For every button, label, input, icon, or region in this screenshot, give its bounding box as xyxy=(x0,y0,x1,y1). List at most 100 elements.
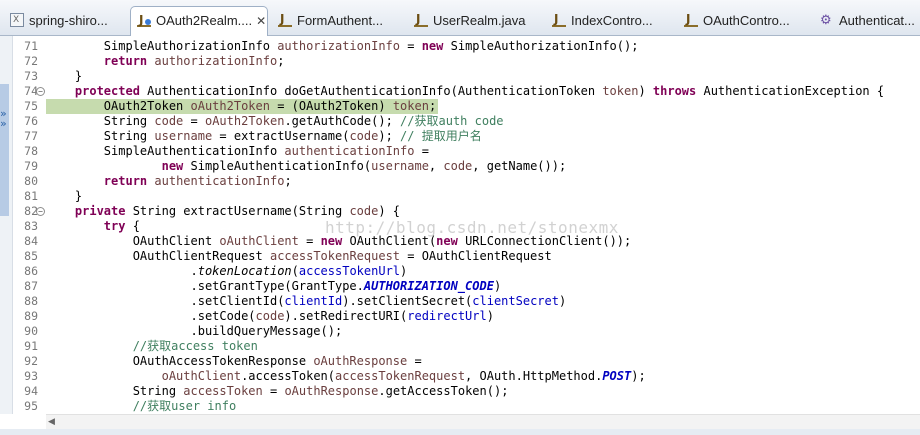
line-number: 95 xyxy=(24,399,38,413)
code-token: ; xyxy=(277,54,285,68)
close-tab-icon[interactable]: ✕ xyxy=(256,7,266,35)
code-token: .buildQueryMessage(); xyxy=(46,324,343,338)
fold-collapse-icon[interactable]: − xyxy=(36,87,45,96)
code-line[interactable]: 80 return authenticationInfo; xyxy=(0,174,920,189)
code-token: ); xyxy=(631,369,646,383)
code-line[interactable]: 79 new SimpleAuthenticationInfo(username… xyxy=(0,159,920,174)
code-token: authorizationInfo xyxy=(154,54,278,68)
code-token: OAuthClientRequest xyxy=(46,249,270,263)
code-token: ) xyxy=(558,294,567,308)
line-number: 71 xyxy=(24,39,38,53)
fold-collapse-icon[interactable]: − xyxy=(36,207,45,216)
horizontal-scrollbar[interactable]: ◀ xyxy=(46,414,920,430)
code-token: OAuthClient( xyxy=(342,234,437,248)
line-number: 94 xyxy=(24,384,38,398)
code-text: try { xyxy=(46,219,140,234)
code-token: return xyxy=(103,174,148,188)
tab-oauth2realm[interactable]: OAuth2Realm....✕ xyxy=(130,6,268,36)
code-token: ) xyxy=(638,84,653,98)
code-token: username xyxy=(371,159,429,173)
code-line[interactable]: 81 } xyxy=(0,189,920,204)
code-line[interactable]: 94 String accessToken = oAuthResponse.ge… xyxy=(0,384,920,399)
line-number: 90 xyxy=(24,324,38,338)
code-line[interactable]: 76 String code = oAuth2Token.getAuthCode… xyxy=(0,114,920,129)
code-line[interactable]: 93 oAuthClient.accessToken(accessTokenRe… xyxy=(0,369,920,384)
tab-spring-shiro[interactable]: spring-shiro... xyxy=(4,7,126,34)
code-text: //获取access token xyxy=(46,339,258,354)
code-line[interactable]: 75 OAuth2Token oAuth2Token = (OAuth2Toke… xyxy=(0,99,920,114)
code-token: = xyxy=(183,114,205,128)
code-line[interactable]: 90 .buildQueryMessage(); xyxy=(0,324,920,339)
code-token: tokenLocation xyxy=(197,264,292,278)
code-line[interactable]: 88 .setClientId(clientId).setClientSecre… xyxy=(0,294,920,309)
tab-userrealm[interactable]: UserRealm.java xyxy=(408,7,540,34)
code-line[interactable]: 73 } xyxy=(0,69,920,84)
line-number: 92 xyxy=(24,354,38,368)
line-number: 91 xyxy=(24,339,38,353)
line-number: 89 xyxy=(24,309,38,323)
code-text: return authenticationInfo; xyxy=(46,174,292,189)
code-editor[interactable]: »» 71 SimpleAuthorizationInfo authorizat… xyxy=(0,36,920,435)
code-line[interactable]: 95 //获取user info xyxy=(0,399,920,414)
code-line[interactable]: 87 .setGrantType(GrantType.AUTHORIZATION… xyxy=(0,279,920,294)
code-token: //获取user info xyxy=(132,399,237,413)
code-token: // 提取用户名 xyxy=(400,129,482,143)
line-number: 76 xyxy=(24,114,38,128)
java-file-icon xyxy=(137,7,151,34)
code-token: oAuth2Token xyxy=(204,114,285,128)
code-token: new xyxy=(320,234,343,248)
code-line[interactable]: 77 String username = extractUsername(cod… xyxy=(0,129,920,144)
tab-label: Authenticat... xyxy=(839,13,915,28)
code-line[interactable]: 72 return authorizationInfo; xyxy=(0,54,920,69)
code-line[interactable]: 92 OAuthAccessTokenResponse oAuthRespons… xyxy=(0,354,920,369)
code-token: accessTokenUrl xyxy=(298,264,401,278)
code-line[interactable]: 74− protected AuthenticationInfo doGetAu… xyxy=(0,84,920,99)
code-line[interactable]: 82− private String extractUsername(Strin… xyxy=(0,204,920,219)
code-text: .setCode(code).setRedirectURI(redirectUr… xyxy=(46,309,493,324)
tab-indexcontroller[interactable]: IndexContro... xyxy=(546,7,674,34)
code-line[interactable]: 84 OAuthClient oAuthClient = new OAuthCl… xyxy=(0,234,920,249)
line-number: 77 xyxy=(24,129,38,143)
code-token: ).setRedirectURI( xyxy=(284,309,408,323)
code-token: SimpleAuthenticationInfo xyxy=(46,144,285,158)
code-line[interactable]: 85 OAuthClientRequest accessTokenRequest… xyxy=(0,249,920,264)
code-text: SimpleAuthorizationInfo authorizationInf… xyxy=(46,39,639,54)
code-text: .setGrantType(GrantType.AUTHORIZATION_CO… xyxy=(46,279,501,294)
code-text: private String extractUsername(String co… xyxy=(46,204,400,219)
line-number: 81 xyxy=(24,189,38,203)
tab-label: OAuthContro... xyxy=(703,13,790,28)
code-line[interactable]: 83 try { xyxy=(0,219,920,234)
tab-oauthcontroller[interactable]: OAuthContro... xyxy=(678,7,810,34)
code-text: OAuthClientRequest accessTokenRequest = … xyxy=(46,249,552,264)
code-text: .tokenLocation(accessTokenUrl) xyxy=(46,264,407,279)
line-number: 82 xyxy=(24,204,38,218)
code-token: ; xyxy=(428,99,437,113)
code-line[interactable]: 91 //获取access token xyxy=(0,339,920,354)
code-text: OAuth2Token oAuth2Token = (OAuth2Token) … xyxy=(46,99,437,114)
code-token: code xyxy=(443,159,473,173)
line-number: 93 xyxy=(24,369,38,383)
scroll-left-icon[interactable]: ◀ xyxy=(48,417,55,427)
code-line[interactable]: 71 SimpleAuthorizationInfo authorization… xyxy=(0,39,920,54)
line-number: 80 xyxy=(24,174,38,188)
code-token: .getAuthCode(); xyxy=(284,114,401,128)
code-token: , getName()); xyxy=(472,159,567,173)
code-line[interactable]: 89 .setCode(code).setRedirectURI(redirec… xyxy=(0,309,920,324)
code-lines[interactable]: 71 SimpleAuthorizationInfo authorization… xyxy=(0,39,920,414)
code-token: accessToken xyxy=(183,384,263,398)
code-token: code xyxy=(154,114,184,128)
code-token: AuthenticationException { xyxy=(696,84,885,98)
code-token: = OAuthClientRequest xyxy=(400,249,552,263)
tab-formauthent[interactable]: FormAuthent... xyxy=(272,7,402,34)
tab-label: FormAuthent... xyxy=(297,13,383,28)
code-line[interactable]: 78 SimpleAuthenticationInfo authenticati… xyxy=(0,144,920,159)
tab-authenticat[interactable]: Authenticat... xyxy=(814,7,920,34)
code-token: new xyxy=(436,234,458,248)
line-number: 74 xyxy=(24,84,38,98)
java-file-icon xyxy=(414,7,428,33)
code-token: ) xyxy=(493,279,502,293)
code-line[interactable]: 86 .tokenLocation(accessTokenUrl) xyxy=(0,264,920,279)
